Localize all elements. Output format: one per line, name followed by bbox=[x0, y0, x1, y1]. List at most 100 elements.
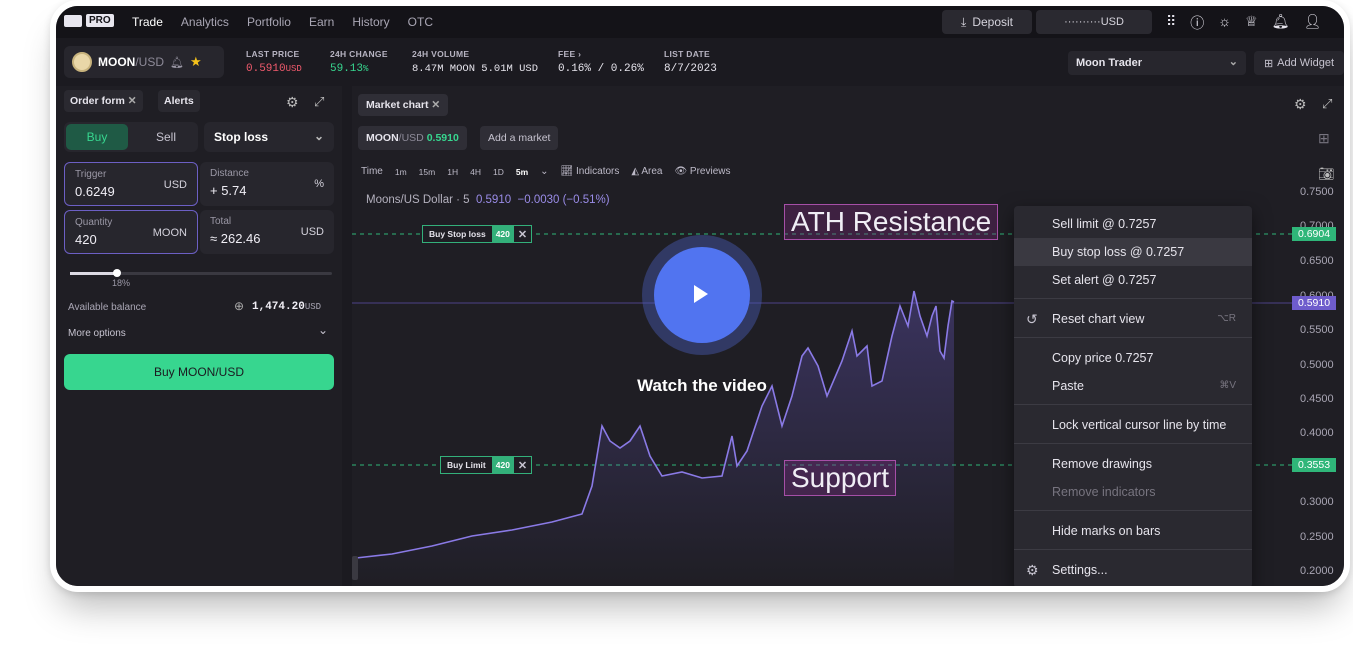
interval-5m[interactable]: 5m bbox=[516, 167, 528, 177]
interval-1d[interactable]: 1D bbox=[493, 167, 504, 177]
quantity-field[interactable]: Quantity 420 MOON bbox=[64, 210, 198, 254]
quantity-slider[interactable] bbox=[70, 269, 332, 277]
chevron-down-icon[interactable]: ⌄ bbox=[318, 323, 328, 337]
close-icon[interactable]: ✕ bbox=[514, 228, 531, 241]
tab-market-chart[interactable]: Market chart ✕ bbox=[358, 94, 449, 116]
market-bar: MOON/USD 🔔︎ ★ LAST PRICE 0.5910USD 24H C… bbox=[56, 40, 1344, 84]
market-chip[interactable]: MOON/USD 0.5910 bbox=[358, 126, 467, 150]
available-balance-value: 1,474.20USD bbox=[252, 301, 322, 313]
nav-item-portfolio[interactable]: Portfolio bbox=[247, 15, 291, 29]
add-market-button[interactable]: Add a market bbox=[480, 126, 559, 150]
star-icon[interactable]: ★ bbox=[190, 54, 202, 70]
tab-alerts[interactable]: Alerts bbox=[158, 90, 200, 112]
annotation-support[interactable]: Support bbox=[784, 460, 897, 496]
area-button[interactable]: ◭ Area bbox=[631, 166, 662, 177]
context-menu: Sell limit @ 0.7257 Buy stop loss @ 0.72… bbox=[1014, 206, 1252, 586]
close-icon[interactable]: ✕ bbox=[514, 459, 531, 472]
indicators-icon: 📈︎ bbox=[560, 166, 574, 177]
chevron-down-icon: ⌄ bbox=[1228, 56, 1238, 68]
buy-submit-button[interactable]: Buy MOON/USD bbox=[64, 354, 334, 390]
top-icons: ⠿ ⓘ ☼ ♕ 🔔︎ 👤︎ bbox=[1166, 13, 1321, 33]
nav-item-otc[interactable]: OTC bbox=[408, 15, 433, 29]
nav-item-earn[interactable]: Earn bbox=[309, 15, 334, 29]
indicators-button[interactable]: 📈︎ Indicators bbox=[561, 166, 620, 177]
axis-tick: 0.2500 bbox=[1300, 531, 1334, 543]
menu-item-lock-cursor[interactable]: Lock vertical cursor line by time bbox=[1014, 411, 1252, 439]
user-icon[interactable]: 👤︎ bbox=[1303, 13, 1321, 33]
previews-button[interactable]: 👁︎ Previews bbox=[674, 166, 730, 177]
tab-order-form[interactable]: Order form ✕ bbox=[64, 90, 143, 112]
stat-fee[interactable]: FEE › 0.16% / 0.26% bbox=[558, 49, 644, 75]
add-funds-icon[interactable]: ⊕ bbox=[234, 299, 244, 313]
close-icon[interactable]: ✕ bbox=[431, 99, 440, 111]
add-widget-button[interactable]: ⊞ Add Widget bbox=[1254, 51, 1344, 75]
close-icon[interactable]: ✕ bbox=[128, 95, 137, 107]
stat-24h-volume: 24H VOLUME 8.47M MOON 5.01M USD bbox=[412, 49, 539, 75]
scroll-handle bbox=[352, 556, 358, 580]
menu-item-remove-indicators: Remove indicators bbox=[1052, 485, 1156, 499]
trigger-field[interactable]: Trigger 0.6249 USD bbox=[64, 162, 198, 206]
help-icon[interactable]: ⓘ bbox=[1190, 13, 1204, 33]
area-icon: ◭ bbox=[631, 166, 640, 177]
annotation-ath-resistance[interactable]: ATH Resistance bbox=[784, 204, 999, 240]
menu-item-reset-chart[interactable]: ↺ Reset chart view ⌥R bbox=[1014, 305, 1252, 333]
sell-tab[interactable]: Sell bbox=[136, 124, 196, 150]
play-icon bbox=[694, 285, 708, 303]
grid-icon[interactable]: ⠿ bbox=[1166, 13, 1176, 33]
menu-item-remove-drawings[interactable]: Remove drawings bbox=[1014, 450, 1252, 478]
chart-toolbar: Time 1m 15m 1H 4H 1D 5m ⌄ 📈︎ Indicators … bbox=[361, 166, 731, 177]
app-frame: PRO Trade Analytics Portfolio Earn Histo… bbox=[50, 0, 1350, 592]
trophy-icon[interactable]: ♕ bbox=[1245, 13, 1258, 33]
menu-item-settings[interactable]: ⚙ Settings... bbox=[1014, 556, 1252, 584]
axis-tick: 0.5500 bbox=[1300, 324, 1334, 336]
menu-item-hide-marks[interactable]: Hide marks on bars bbox=[1014, 517, 1252, 545]
balance-display[interactable]: ··········USD bbox=[1036, 10, 1152, 34]
menu-item-copy-price[interactable]: Copy price 0.7257 bbox=[1014, 344, 1252, 372]
axis-tick: 0.4000 bbox=[1300, 427, 1334, 439]
nav-item-history[interactable]: History bbox=[352, 15, 389, 29]
watch-video-label[interactable]: Watch the video bbox=[616, 376, 788, 396]
menu-item-paste[interactable]: Paste ⌘V bbox=[1014, 372, 1252, 400]
interval-1h[interactable]: 1H bbox=[447, 167, 458, 177]
total-field[interactable]: Total ≈ 262.46 USD bbox=[200, 210, 334, 254]
layout-icon[interactable]: ⊞ bbox=[1318, 130, 1330, 147]
nav-item-trade[interactable]: Trade bbox=[132, 15, 163, 29]
menu-item-buy-stop-loss[interactable]: Buy stop loss @ 0.7257 bbox=[1014, 238, 1252, 266]
order-qty: 420 bbox=[491, 226, 514, 242]
pair-selector[interactable]: MOON/USD 🔔︎ ★ bbox=[64, 46, 224, 78]
logo[interactable]: PRO bbox=[64, 14, 114, 27]
distance-field[interactable]: Distance + 5.74 % bbox=[200, 162, 334, 206]
menu-item-set-alert[interactable]: Set alert @ 0.7257 bbox=[1014, 266, 1252, 294]
menu-item-sell-limit[interactable]: Sell limit @ 0.7257 bbox=[1014, 210, 1252, 238]
chevron-down-icon[interactable]: ⌄ bbox=[540, 166, 548, 177]
interval-15m[interactable]: 15m bbox=[419, 167, 436, 177]
gear-icon[interactable]: ⚙ bbox=[1294, 96, 1307, 113]
order-line-stop[interactable]: Buy Stop loss 420 ✕ bbox=[422, 225, 533, 243]
bell-icon[interactable]: 🔔︎ bbox=[170, 56, 184, 69]
order-line-limit[interactable]: Buy Limit 420 ✕ bbox=[440, 456, 533, 474]
nav-item-analytics[interactable]: Analytics bbox=[181, 15, 229, 29]
interval-4h[interactable]: 4H bbox=[470, 167, 481, 177]
interval-1m[interactable]: 1m bbox=[395, 167, 407, 177]
more-options[interactable]: More options bbox=[68, 328, 126, 339]
order-type-select[interactable]: Stop loss ⌄ bbox=[204, 122, 334, 152]
account-select[interactable]: Moon Trader ⌄ bbox=[1068, 51, 1246, 75]
deposit-button[interactable]: ⤓ Deposit bbox=[942, 10, 1032, 34]
order-label: Buy Limit bbox=[447, 460, 486, 470]
slider-fill bbox=[70, 272, 118, 275]
side-toggle: Buy Sell bbox=[64, 122, 198, 152]
expand-icon[interactable]: ⤢ bbox=[314, 94, 324, 110]
axis-tick: 0.5000 bbox=[1300, 359, 1334, 371]
limit-price-tag: 0.3553 bbox=[1292, 458, 1336, 472]
expand-icon[interactable]: ⤢ bbox=[1322, 96, 1332, 112]
slider-handle[interactable] bbox=[113, 269, 122, 277]
eye-icon: 👁︎ bbox=[674, 166, 688, 177]
buy-tab[interactable]: Buy bbox=[66, 124, 128, 150]
play-video-button[interactable] bbox=[642, 235, 762, 355]
bell-icon[interactable]: 🔔︎ bbox=[1272, 13, 1290, 33]
price-area bbox=[356, 291, 954, 586]
price-axis[interactable]: 0.7500 0.7000 0.6500 0.6000 0.5500 0.500… bbox=[1292, 176, 1344, 586]
axis-tick: 0.3000 bbox=[1300, 496, 1334, 508]
theme-icon[interactable]: ☼ bbox=[1218, 13, 1231, 33]
gear-icon[interactable]: ⚙ bbox=[286, 94, 299, 111]
